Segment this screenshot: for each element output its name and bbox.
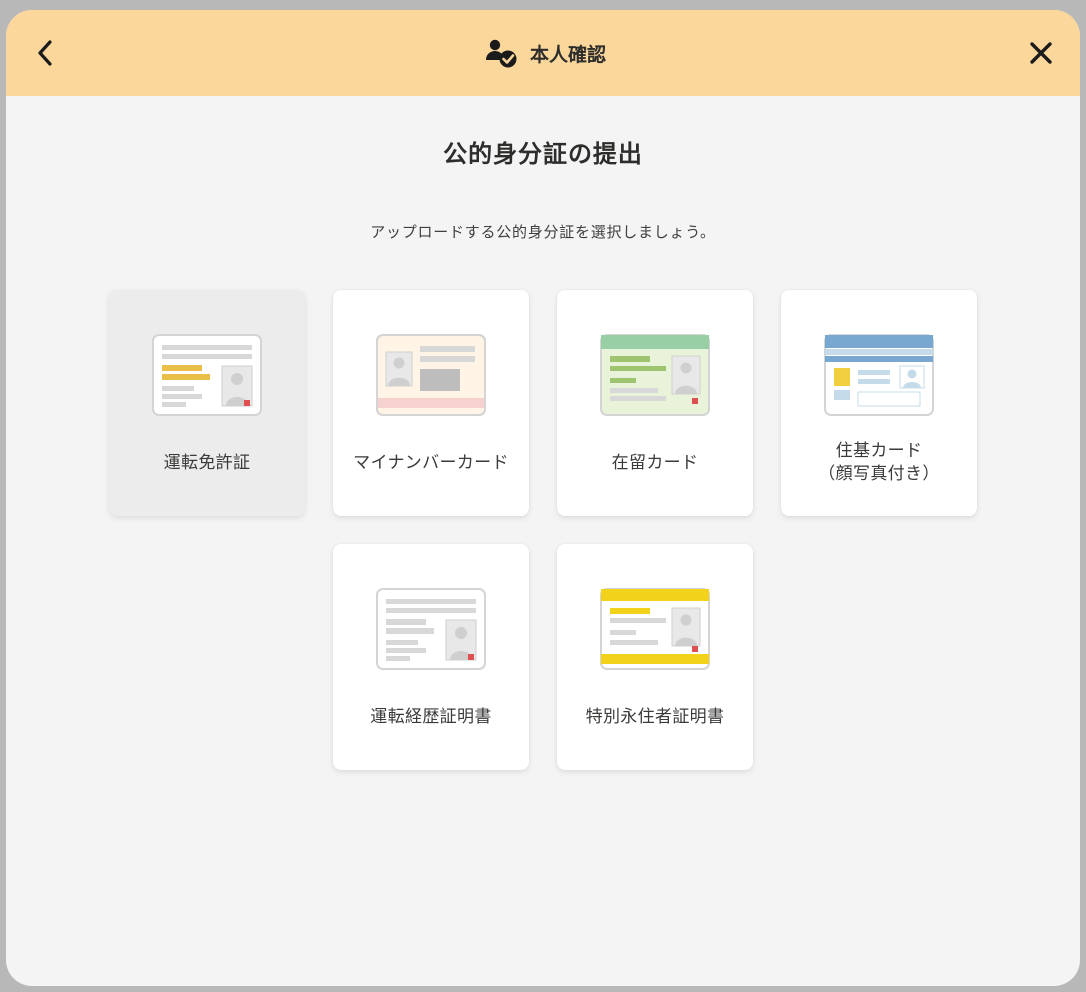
residence-card-icon [600, 334, 710, 416]
doc-option-special-permanent-resident-cert[interactable]: 特別永住者証明書 [557, 544, 753, 770]
close-icon [1029, 41, 1053, 65]
close-button[interactable] [1024, 36, 1058, 70]
identity-verification-icon [480, 38, 520, 68]
page-subtitle: アップロードする公的身分証を選択しましょう。 [56, 221, 1030, 242]
modal-body: 公的身分証の提出 アップロードする公的身分証を選択しましょう。 [6, 96, 1080, 986]
doc-option-drivers-license[interactable]: 運転免許証 [109, 290, 305, 516]
doc-option-driving-history-cert[interactable]: 運転経歴証明書 [333, 544, 529, 770]
doc-option-basic-resident-card[interactable]: 住基カード（顔写真付き） [781, 290, 977, 516]
doc-option-label: 特別永住者証明書 [586, 706, 725, 729]
document-options-row2: 運転経歴証明書 [56, 544, 1030, 770]
doc-option-label: 運転経歴証明書 [370, 706, 491, 729]
page-title: 公的身分証の提出 [56, 134, 1030, 169]
basic-resident-card-icon [824, 334, 934, 416]
identity-verification-modal: 本人確認 公的身分証の提出 アップロードする公的身分証を選択しましょう。 [6, 10, 1080, 986]
special-permanent-resident-cert-icon [600, 588, 710, 670]
doc-option-residence-card[interactable]: 在留カード [557, 290, 753, 516]
chevron-left-icon [37, 40, 53, 66]
doc-option-my-number-card[interactable]: マイナンバーカード [333, 290, 529, 516]
header-title-group: 本人確認 [480, 38, 606, 68]
driving-history-cert-icon [376, 588, 486, 670]
my-number-card-icon [376, 334, 486, 416]
doc-option-label: マイナンバーカード [353, 452, 509, 475]
drivers-license-card-icon [152, 334, 262, 416]
modal-header: 本人確認 [6, 10, 1080, 96]
doc-option-label: 住基カード（顔写真付き） [818, 440, 939, 486]
document-options-row1: 運転免許証 [56, 290, 1030, 516]
doc-option-label: 在留カード [612, 452, 699, 475]
header-title: 本人確認 [530, 40, 606, 67]
doc-option-label: 運転免許証 [164, 452, 251, 475]
back-button[interactable] [28, 36, 62, 70]
